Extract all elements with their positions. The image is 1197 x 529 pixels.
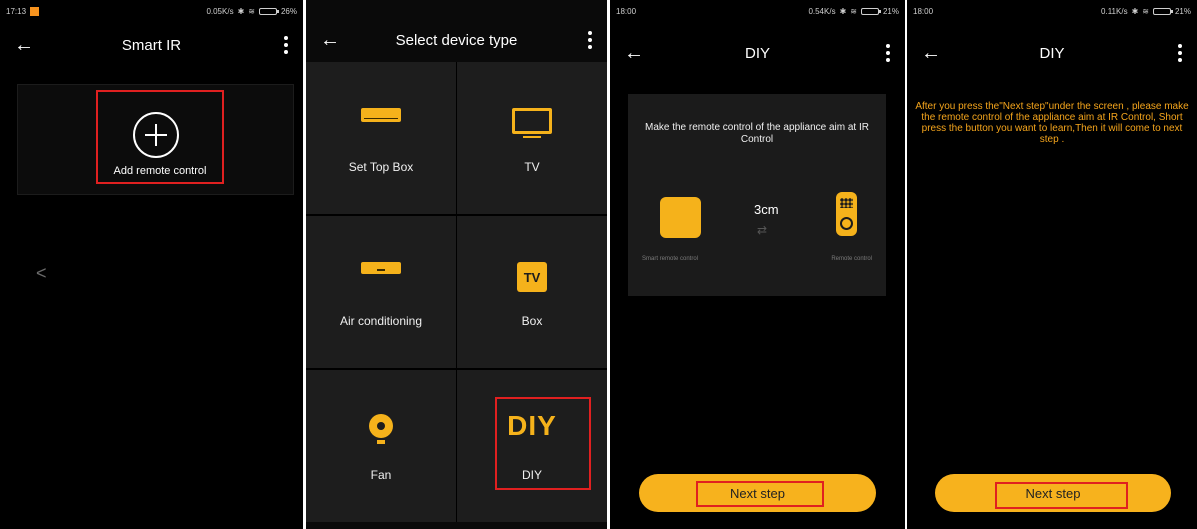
more-options-icon[interactable] [1177, 44, 1183, 62]
exchange-arrows-icon: ⇄ [757, 223, 768, 237]
app-bar: ← Smart IR [0, 23, 303, 67]
battery-icon [860, 8, 881, 15]
device-label: TV [524, 160, 540, 174]
back-arrow-icon[interactable]: ← [921, 43, 941, 63]
status-bar: 18:00 0.11K/s ✱ ≋ 21% [907, 0, 1197, 20]
status-time: 18:00 [913, 7, 934, 16]
network-speed: 0.54K/s [808, 7, 836, 16]
device-tile-box[interactable]: TV Box [457, 216, 607, 368]
bluetooth-icon: ✱ [839, 7, 847, 16]
diy-instruction-screen: 18:00 0.54K/s ✱ ≋ 21% ← DIY Make the rem… [610, 0, 905, 529]
more-options-icon[interactable] [885, 44, 891, 62]
network-speed: 0.05K/s [206, 7, 234, 16]
learning-instruction-text: After you press the"Next step"under the … [915, 101, 1189, 145]
smart-ir-screen: 17:13 0.05K/s ✱ ≋ 26% ← Smart IR Add rem… [0, 0, 303, 529]
device-tile-tv[interactable]: TV [457, 62, 607, 214]
instruction-card: Make the remote control of the appliance… [628, 94, 886, 296]
network-speed: 0.11K/s [1101, 7, 1128, 16]
app-bar: ← DIY [907, 31, 1197, 75]
chevron-left-icon[interactable]: < [36, 263, 47, 284]
device-label: Box [521, 314, 543, 328]
remote-control-caption: Remote control [831, 256, 872, 262]
status-time: 18:00 [616, 7, 637, 16]
battery-level: 21% [882, 7, 899, 16]
back-arrow-icon[interactable]: ← [14, 35, 34, 55]
instruction-text: Make the remote control of the appliance… [644, 122, 869, 145]
distance-label: 3cm [754, 202, 779, 217]
page-title: DIY [1039, 44, 1065, 62]
page-title: Select device type [395, 31, 518, 49]
device-label: Fan [370, 468, 392, 482]
status-indicators: 0.11K/s ✱ ≋ 21% [1101, 7, 1191, 16]
status-indicators: 0.05K/s ✱ ≋ 26% [206, 7, 297, 16]
highlight-box [696, 481, 824, 507]
tv-box-icon: TV [517, 262, 547, 292]
battery-icon [1152, 8, 1173, 15]
device-tile-set-top-box[interactable]: Set Top Box [306, 62, 456, 214]
page-title: Smart IR [121, 36, 182, 54]
smart-remote-icon [660, 197, 701, 238]
battery-icon [258, 8, 279, 15]
set-top-box-icon [361, 108, 401, 122]
battery-level: 26% [280, 7, 297, 16]
bluetooth-icon: ✱ [237, 7, 245, 16]
device-label: Set Top Box [348, 160, 414, 174]
battery-level: 21% [1174, 7, 1191, 16]
page-title: DIY [744, 44, 770, 62]
wifi-icon: ≋ [850, 7, 857, 16]
tv-icon [512, 108, 552, 138]
highlight-box [96, 90, 224, 184]
fan-icon [369, 414, 393, 444]
remote-control-icon [836, 192, 857, 236]
app-bar: ← DIY [610, 31, 905, 75]
status-bar: 17:13 0.05K/s ✱ ≋ 26% [0, 0, 303, 20]
wifi-icon: ≋ [248, 7, 255, 16]
status-indicators: 0.54K/s ✱ ≋ 21% [808, 7, 899, 16]
bluetooth-icon: ✱ [1131, 7, 1139, 16]
device-label: Air conditioning [339, 314, 423, 328]
back-arrow-icon[interactable]: ← [320, 30, 340, 50]
diy-learning-screen: 18:00 0.11K/s ✱ ≋ 21% ← DIY After you pr… [907, 0, 1197, 529]
smart-remote-caption: Smart remote control [642, 256, 699, 262]
air-conditioner-icon [361, 262, 401, 274]
device-tile-fan[interactable]: Fan [306, 370, 456, 522]
back-arrow-icon[interactable]: ← [624, 43, 644, 63]
highlight-box [495, 397, 591, 490]
select-device-type-screen: ← Select device type Set Top Box TV Air … [306, 0, 607, 529]
wifi-icon: ≋ [1142, 7, 1149, 16]
status-bar: 18:00 0.54K/s ✱ ≋ 21% [610, 0, 905, 20]
more-options-icon[interactable] [283, 36, 289, 54]
more-options-icon[interactable] [587, 31, 593, 49]
device-tile-air-conditioning[interactable]: Air conditioning [306, 216, 456, 368]
status-time: 17:13 [6, 7, 40, 17]
app-bar: ← Select device type [306, 18, 607, 62]
highlight-box [995, 482, 1128, 509]
notification-icon [30, 7, 40, 17]
